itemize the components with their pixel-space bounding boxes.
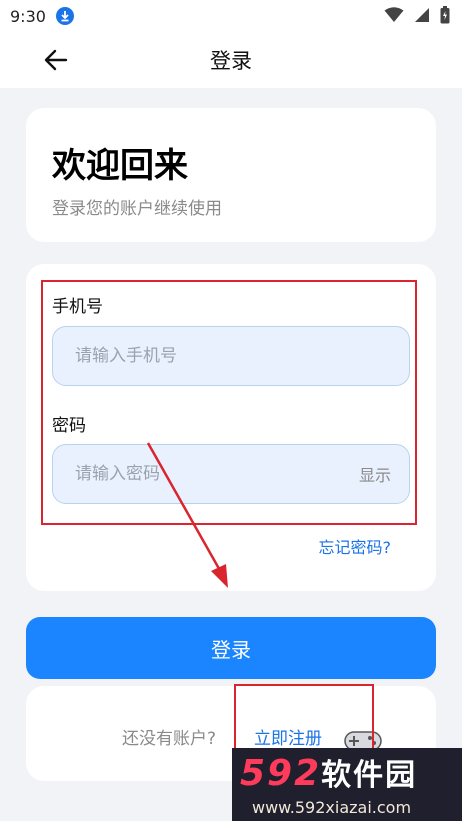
login-button[interactable]: 登录 (26, 617, 436, 679)
watermark: 592软件园 www.592xiazai.com (232, 748, 462, 821)
watermark-number: 592 (240, 753, 322, 794)
login-screen: 9:30 登录 欢迎回来 登录您的账户继续使用 手机号 密码 显示 忘记密码? (0, 0, 462, 821)
watermark-brand: 592软件园 (240, 750, 417, 794)
watermark-name: 软件园 (321, 758, 418, 793)
register-prompt: 还没有账户? (122, 729, 217, 749)
watermark-url: www.592xiazai.com (252, 798, 412, 817)
register-link[interactable]: 立即注册 (254, 724, 322, 749)
